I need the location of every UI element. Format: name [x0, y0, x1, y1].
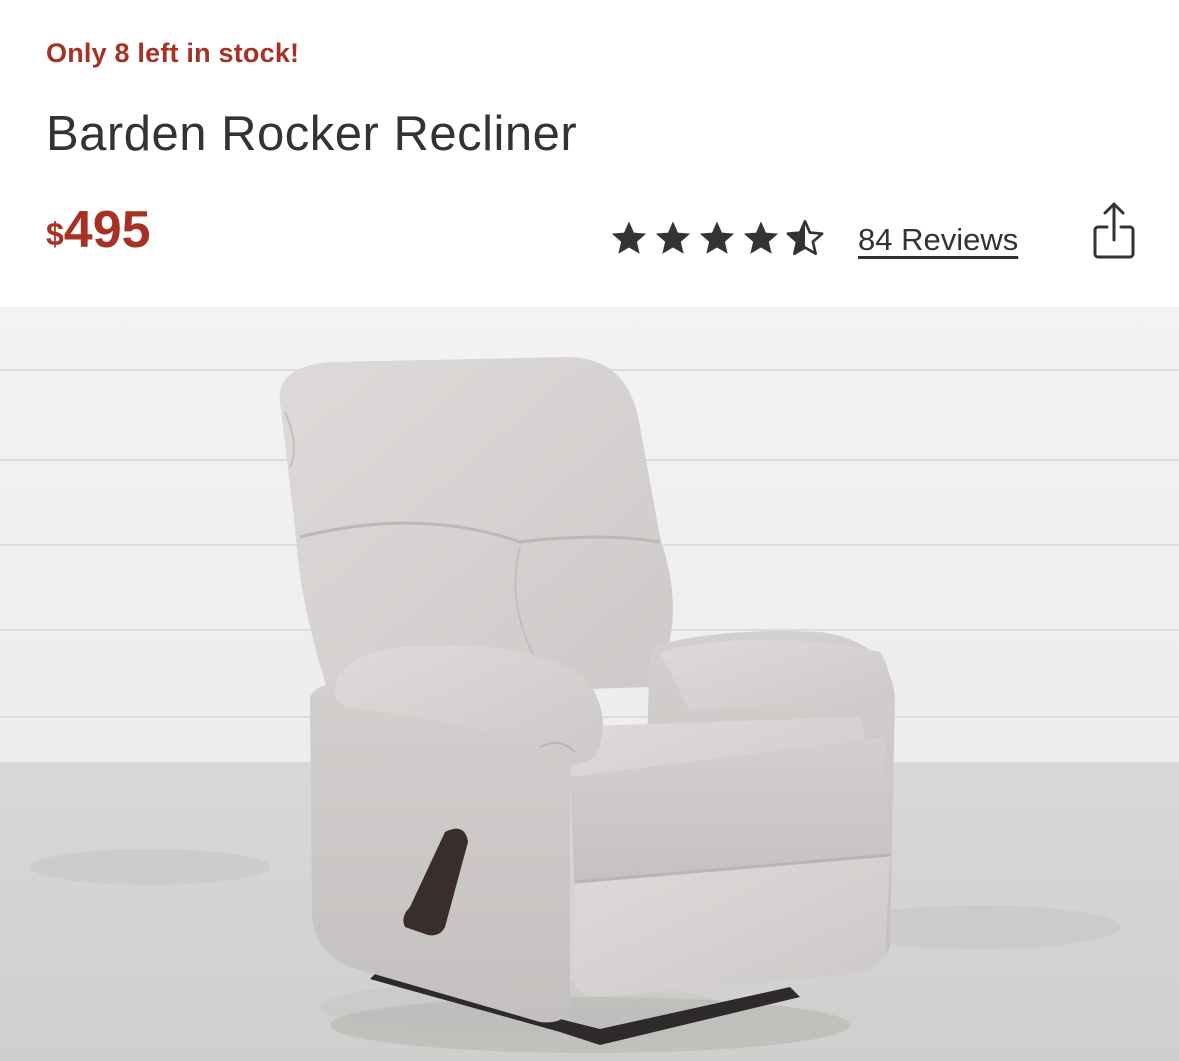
recliner-photo: [0, 307, 1179, 1061]
share-icon: [1092, 200, 1136, 260]
price-currency: $: [46, 216, 64, 252]
rating-stars[interactable]: [609, 218, 825, 258]
price-amount: 495: [63, 201, 151, 259]
product-price: $ 495: [46, 200, 151, 260]
share-button[interactable]: [1092, 200, 1136, 260]
reviews-link[interactable]: 84 Reviews: [858, 222, 1018, 258]
star-half-icon: [785, 218, 825, 258]
stock-notice: Only 8 left in stock!: [46, 38, 300, 68]
product-image[interactable]: [0, 307, 1179, 1061]
star-icon: [609, 218, 649, 258]
star-icon: [653, 218, 693, 258]
star-icon: [697, 218, 737, 258]
star-icon: [741, 218, 781, 258]
product-title: Barden Rocker Recliner: [46, 107, 578, 161]
